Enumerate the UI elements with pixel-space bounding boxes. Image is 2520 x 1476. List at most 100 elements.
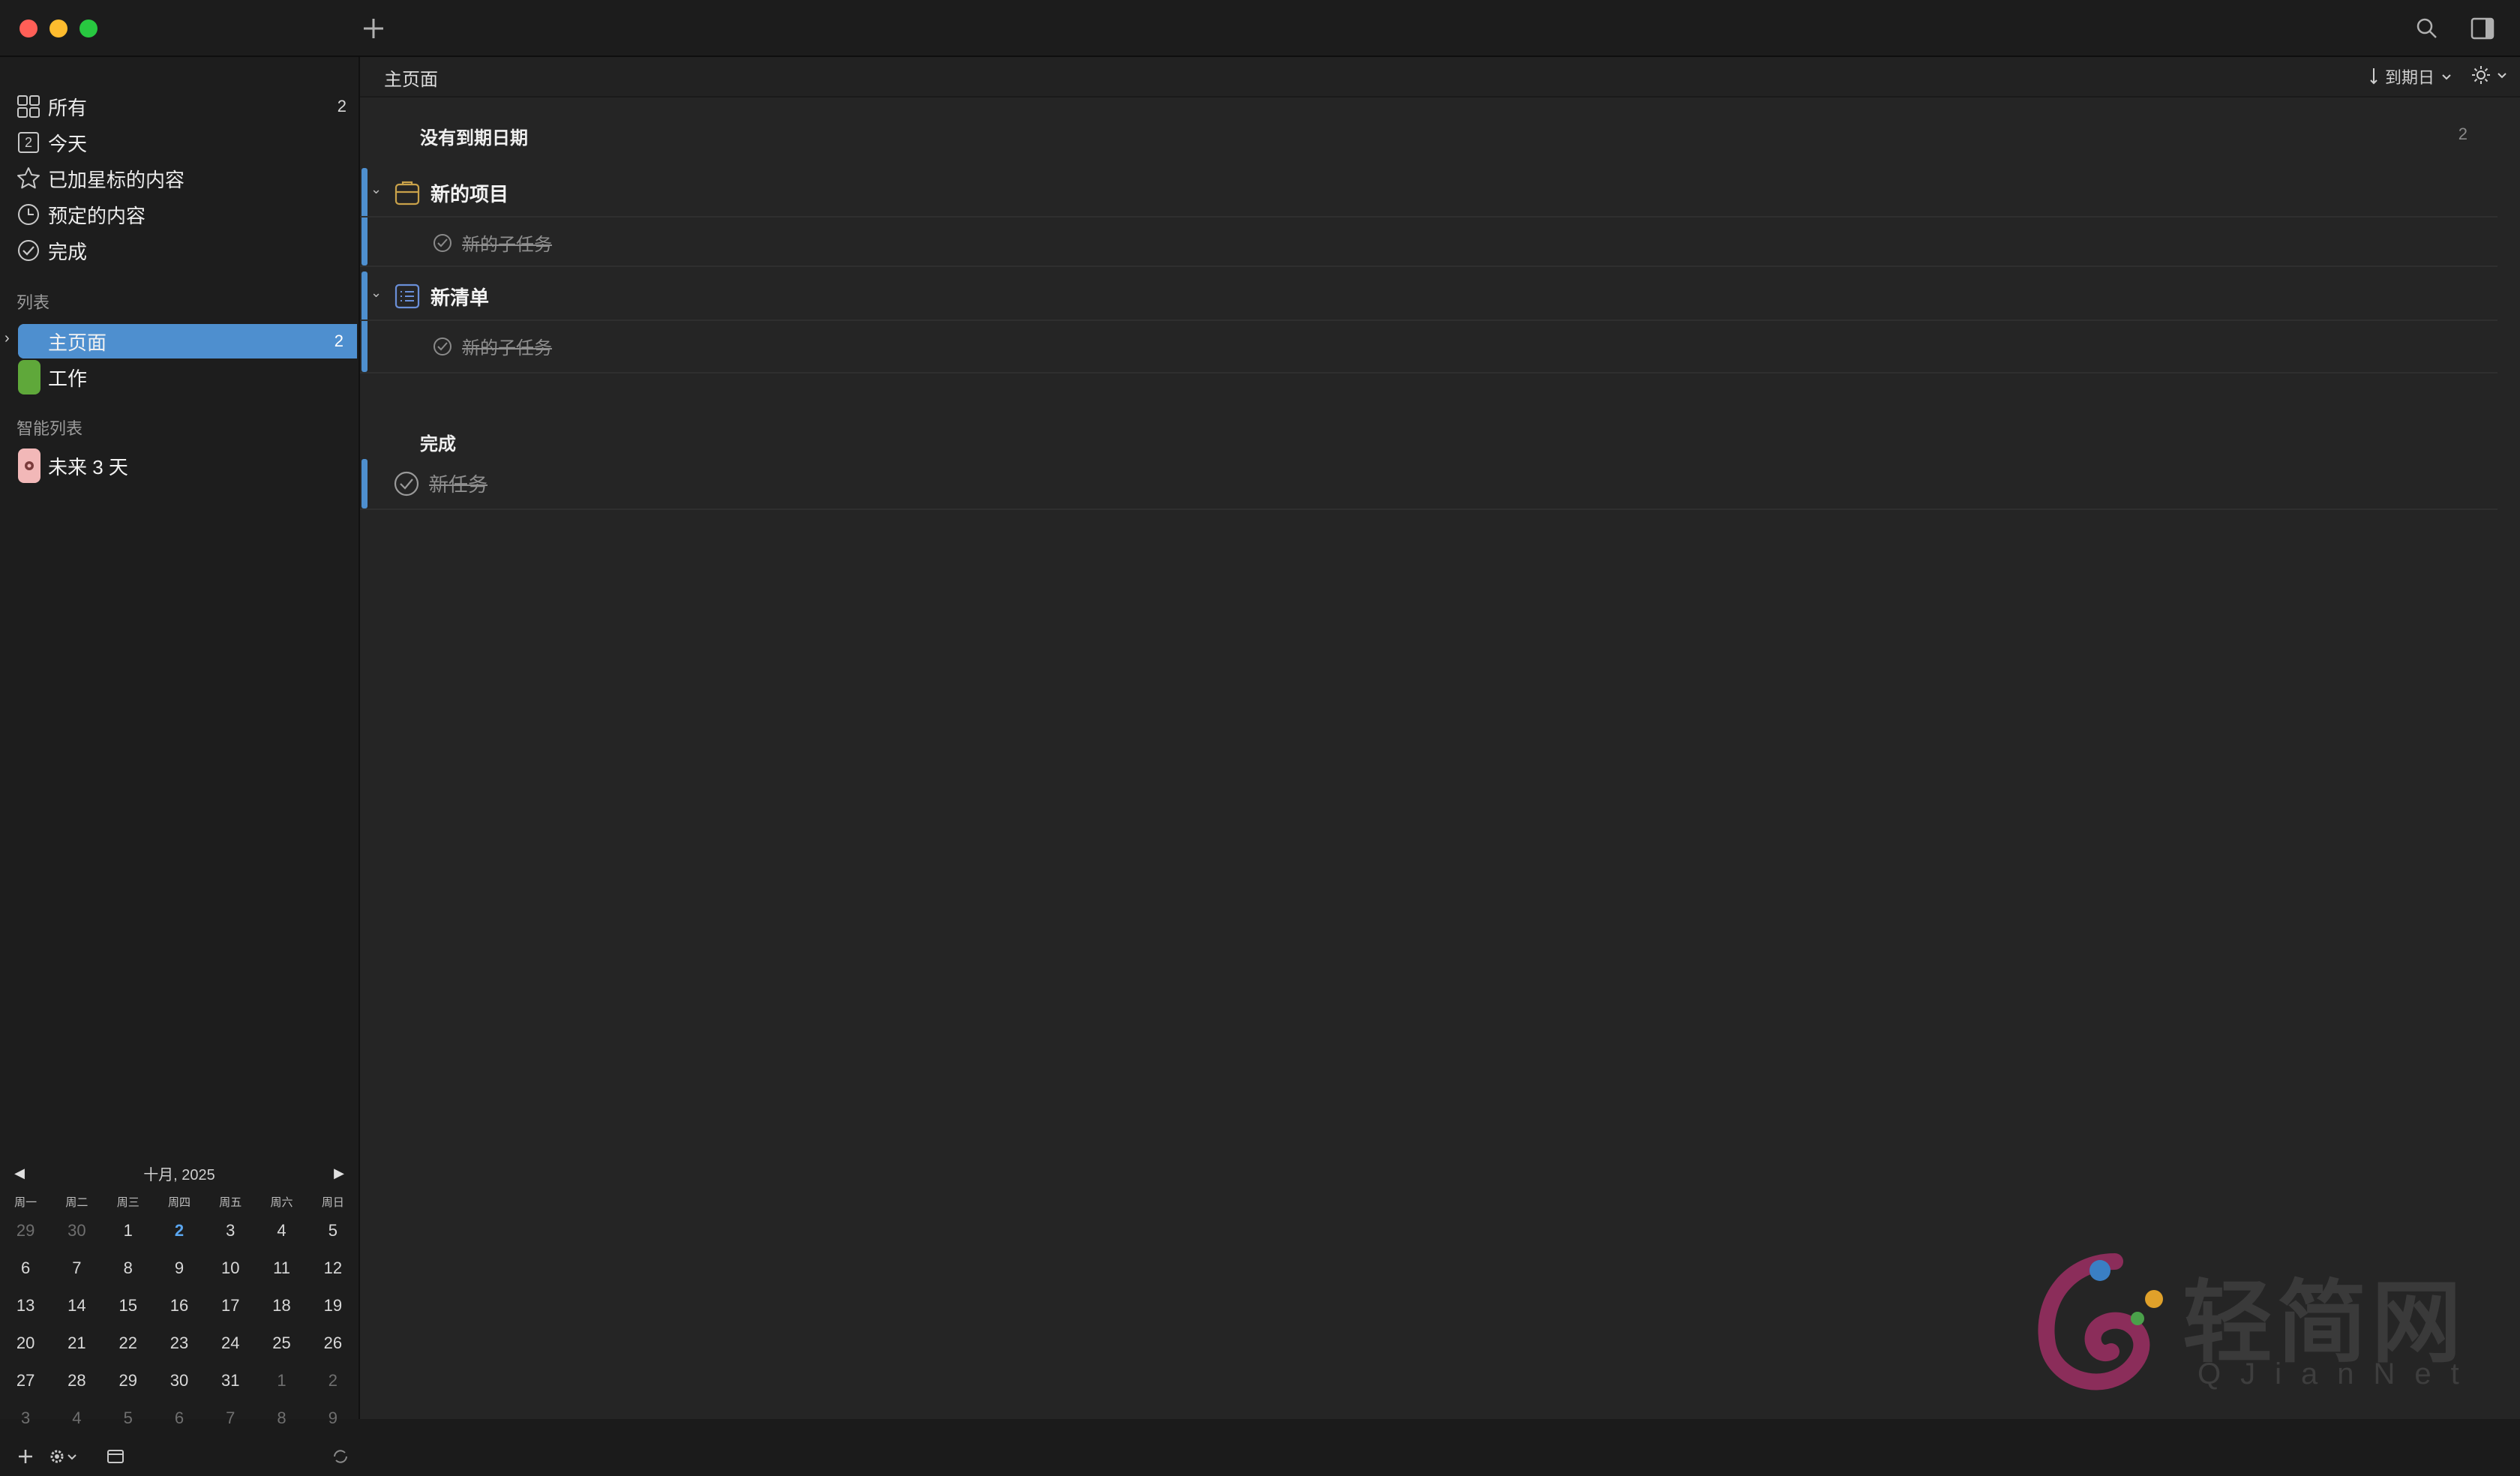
calendar-day[interactable]: 4 (51, 1408, 102, 1428)
calendar-day[interactable]: 3 (205, 1221, 256, 1240)
check-circle-icon[interactable] (393, 470, 420, 497)
calendar-day[interactable]: 9 (154, 1258, 205, 1278)
mini-calendar: ◀ 十月, 2025 ▶ 周一 周二 周三 周四 周五 周六 周日 29 30 1 2… (0, 1160, 358, 1444)
title-bar (0, 0, 2520, 57)
toggle-inspector-button[interactable] (2468, 14, 2498, 44)
calendar-day[interactable]: 2 (308, 1371, 358, 1390)
sidebar-footer (0, 1437, 358, 1476)
calendar-day[interactable]: 6 (154, 1408, 205, 1428)
sidebar-item-label: 所有 (48, 96, 88, 119)
completed-task-row[interactable]: 新任务 (360, 459, 2498, 510)
calendar-day[interactable]: 7 (51, 1258, 102, 1278)
add-list-button[interactable] (16, 1448, 34, 1466)
checklist-title: 新清单 (430, 286, 490, 309)
appearance-menu-button[interactable] (2470, 64, 2508, 86)
calendar-day[interactable]: 12 (308, 1258, 358, 1278)
item-count: 2 (337, 97, 346, 116)
calendar-day[interactable]: 14 (51, 1296, 102, 1316)
calendar-day[interactable]: 23 (154, 1334, 205, 1353)
calendar-day[interactable]: 1 (103, 1221, 154, 1240)
calendar-toggle-button[interactable] (106, 1448, 124, 1465)
checklist-row[interactable]: ⌄ 新清单 (360, 273, 2498, 321)
sidebar-smart-list-next-3-days[interactable]: 未来 3 天 (18, 448, 357, 483)
calendar-day[interactable]: 5 (308, 1221, 358, 1240)
add-item-button[interactable] (358, 14, 388, 44)
calendar-day[interactable]: 29 (0, 1221, 51, 1240)
watermark-subtext: QJianNet (2198, 1358, 2479, 1390)
calendar-day[interactable]: 27 (0, 1371, 51, 1390)
calendar-day[interactable]: 19 (308, 1296, 358, 1316)
calendar-day[interactable]: 2 (154, 1221, 205, 1240)
minimize-window-button[interactable] (50, 20, 68, 38)
search-button[interactable] (2412, 14, 2442, 44)
project-row[interactable]: ⌄ 新的项目 (360, 170, 2498, 218)
task-title: 新任务 (429, 473, 488, 496)
disclosure-arrow-icon[interactable]: › (4, 330, 10, 347)
calendar-day[interactable]: 29 (103, 1371, 154, 1390)
calendar-day[interactable]: 4 (256, 1221, 307, 1240)
calendar-day[interactable]: 26 (308, 1334, 358, 1353)
calendar-week-row: 20 21 22 23 24 25 26 (0, 1324, 358, 1362)
calendar-grid: 29 30 1 2 3 4 5 6 7 8 9 10 11 12 13 14 15 16 17 18 19 20 21 22 2… (0, 1212, 358, 1437)
sidebar-list-main[interactable]: 主页面 2 (18, 324, 357, 358)
calendar-day[interactable]: 8 (256, 1408, 307, 1428)
sidebar-item-today[interactable]: 2 今天 (15, 126, 348, 159)
calendar-day[interactable]: 28 (51, 1371, 102, 1390)
calendar-week-row: 6 7 8 9 10 11 12 (0, 1250, 358, 1287)
calendar-month-label: 十月, 2025 (143, 1166, 215, 1184)
calendar-day[interactable]: 13 (0, 1296, 51, 1316)
calendar-day[interactable]: 24 (205, 1334, 256, 1353)
sort-menu-button[interactable]: 到期日 (2368, 64, 2452, 88)
calendar-day[interactable]: 30 (154, 1371, 205, 1390)
chevron-down-icon[interactable]: ⌄ (370, 182, 382, 197)
calendar-day[interactable]: 20 (0, 1334, 51, 1353)
calendar-day[interactable]: 7 (205, 1408, 256, 1428)
calendar-week-row: 27 28 29 30 31 1 2 (0, 1362, 358, 1400)
main-header: 主页面 到期日 (360, 57, 2520, 98)
sync-button[interactable] (332, 1448, 350, 1466)
main-content: 主页面 到期日 没有到期日期 2 ⌄ 新的项目 新的子任务 ⌄ 新清单 新的子任… (360, 57, 2520, 1419)
calendar-day[interactable]: 16 (154, 1296, 205, 1316)
watermark-swirl-icon (2038, 1253, 2163, 1390)
calendar-day[interactable]: 15 (103, 1296, 154, 1316)
plus-icon (364, 19, 383, 38)
project-title: 新的项目 (430, 182, 509, 206)
calendar-day[interactable]: 18 (256, 1296, 307, 1316)
settings-menu-button[interactable] (48, 1448, 78, 1466)
check-circle-icon[interactable] (432, 336, 453, 357)
calendar-day[interactable]: 17 (205, 1296, 256, 1316)
calendar-week-row: 29 30 1 2 3 4 5 (0, 1212, 358, 1250)
sidebar-item-all[interactable]: 所有 2 (15, 90, 348, 123)
sidebar-item-starred[interactable]: 已加星标的内容 (15, 162, 348, 195)
calendar-day[interactable]: 31 (205, 1371, 256, 1390)
calendar-day[interactable]: 30 (51, 1221, 102, 1240)
calendar-day[interactable]: 3 (0, 1408, 51, 1428)
calendar-day[interactable]: 25 (256, 1334, 307, 1353)
subtask-row[interactable]: 新的子任务 (360, 218, 2498, 267)
calendar-day[interactable]: 21 (51, 1334, 102, 1353)
calendar-day[interactable]: 5 (103, 1408, 154, 1428)
sidebar-item-completed[interactable]: 完成 (15, 234, 348, 267)
zoom-window-button[interactable] (80, 20, 98, 38)
check-circle-icon[interactable] (432, 232, 453, 254)
calendar-day[interactable]: 8 (103, 1258, 154, 1278)
close-window-button[interactable] (20, 20, 38, 38)
sidebar-list-work[interactable]: 工作 (18, 360, 357, 394)
calendar-day[interactable]: 22 (103, 1334, 154, 1353)
calendar-day[interactable]: 10 (205, 1258, 256, 1278)
list-color-tab (18, 360, 40, 394)
sort-icon (2370, 68, 2378, 85)
calendar-week-row: 3456789 (0, 1400, 358, 1437)
sidebar-item-scheduled[interactable]: 预定的内容 (15, 198, 348, 231)
calendar-day[interactable]: 11 (256, 1258, 307, 1278)
calendar-day[interactable]: 9 (308, 1408, 358, 1428)
checklist-icon (394, 284, 420, 309)
next-month-button[interactable]: ▶ (328, 1162, 350, 1184)
app-window: 所有 2 2 今天 已加星标的内容 预定的内容 完成 列表 › 主页面 2 工作… (0, 0, 2520, 1463)
calendar-week-row: 13 14 15 16 17 18 19 (0, 1287, 358, 1324)
calendar-day[interactable]: 1 (256, 1371, 307, 1390)
calendar-day[interactable]: 6 (0, 1258, 51, 1278)
chevron-down-icon (2498, 73, 2506, 79)
subtask-row[interactable]: 新的子任务 (360, 321, 2498, 374)
chevron-down-icon[interactable]: ⌄ (370, 285, 382, 301)
